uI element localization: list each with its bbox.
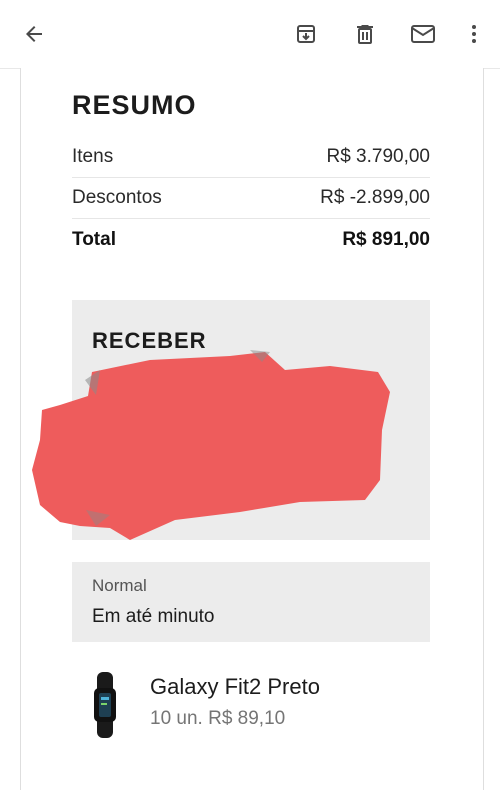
summary-items-value: R$ 3.790,00 <box>326 146 430 167</box>
mail-icon <box>411 25 435 43</box>
summary-total-value: R$ 891,00 <box>342 229 430 250</box>
shipping-type: Normal <box>92 576 147 595</box>
arrow-left-icon <box>26 26 42 42</box>
more-vert-icon <box>472 25 476 43</box>
summary-row-discounts: Descontos R$ -2.899,00 <box>72 178 430 219</box>
archive-icon <box>297 25 315 43</box>
product-name: Galaxy Fit2 Preto <box>150 674 320 699</box>
smartband-thumbnail <box>94 672 116 738</box>
archive-button[interactable] <box>286 14 326 54</box>
back-button[interactable] <box>14 14 54 54</box>
top-app-bar <box>0 0 500 69</box>
product-quantity-price: 10 un. R$ 89,10 <box>150 708 286 729</box>
summary-title: RESUMO <box>72 90 197 120</box>
summary-row-total: Total R$ 891,00 <box>72 220 430 260</box>
receive-panel: RECEBER <box>72 300 430 540</box>
summary-discounts-value: R$ -2.899,00 <box>320 187 430 208</box>
product-item[interactable]: Galaxy Fit2 Preto 10 un. R$ 89,10 <box>72 668 430 740</box>
summary-total-label: Total <box>72 229 116 250</box>
trash-icon <box>357 25 373 44</box>
summary-row-items: Itens R$ 3.790,00 <box>72 137 430 178</box>
shipping-panel: Normal Em até minuto <box>72 562 430 642</box>
summary-items-label: Itens <box>72 146 114 167</box>
more-options-button[interactable] <box>454 14 494 54</box>
summary-discounts-label: Descontos <box>72 187 162 208</box>
delete-button[interactable] <box>345 14 385 54</box>
receive-title: RECEBER <box>92 328 207 353</box>
shipping-time: Em até minuto <box>92 606 215 627</box>
mark-unread-button[interactable] <box>403 14 443 54</box>
